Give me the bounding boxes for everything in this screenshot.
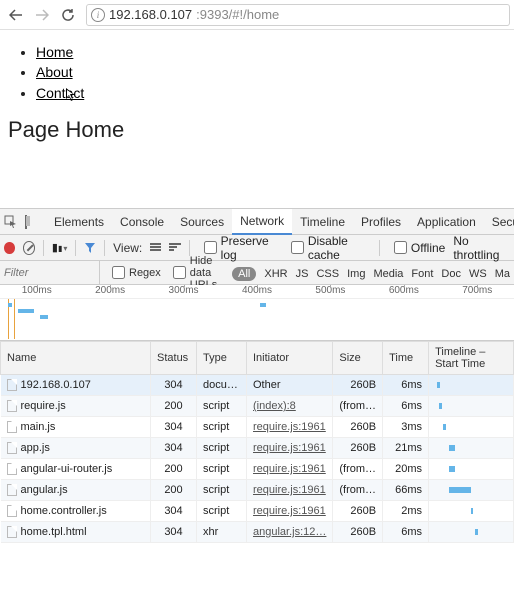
- table-row[interactable]: 192.168.0.107304docu…Other260B6ms: [1, 375, 514, 396]
- record-button[interactable]: [4, 242, 15, 254]
- col-4[interactable]: Size: [333, 342, 383, 375]
- browser-toolbar: i 192.168.0.107 :9393/#!/home: [0, 0, 514, 30]
- col-5[interactable]: Time: [383, 342, 429, 375]
- tab-console[interactable]: Console: [112, 209, 172, 235]
- filter-type-css[interactable]: CSS: [316, 268, 339, 280]
- filter-type-ws[interactable]: WS: [469, 268, 487, 280]
- filter-type-xhr[interactable]: XHR: [264, 268, 287, 280]
- page-heading: Page Home: [8, 117, 506, 143]
- col-2[interactable]: Type: [197, 342, 247, 375]
- tab-sources[interactable]: Sources: [172, 209, 232, 235]
- table-row[interactable]: app.js304scriptrequire.js:1961260B21ms: [1, 438, 514, 459]
- reload-button[interactable]: [56, 3, 80, 27]
- table-row[interactable]: angular.js200scriptrequire.js:1961(from……: [1, 480, 514, 501]
- site-info-icon[interactable]: i: [91, 8, 105, 22]
- table-row[interactable]: home.controller.js304scriptrequire.js:19…: [1, 501, 514, 522]
- view-small-icon[interactable]: [169, 243, 181, 253]
- tab-timeline[interactable]: Timeline: [292, 209, 353, 235]
- offline-checkbox[interactable]: Offline: [388, 241, 445, 255]
- filter-type-font[interactable]: Font: [411, 268, 433, 280]
- filter-type-img[interactable]: Img: [347, 268, 365, 280]
- col-3[interactable]: Initiator: [247, 342, 333, 375]
- regex-checkbox[interactable]: Regex: [106, 266, 161, 279]
- back-button[interactable]: [4, 3, 28, 27]
- devtools-tabs: ElementsConsoleSourcesNetworkTimelinePro…: [0, 209, 514, 235]
- throttling-select[interactable]: No throttling: [453, 234, 510, 262]
- col-0[interactable]: Name: [1, 342, 151, 375]
- nav-home[interactable]: Home: [36, 44, 73, 60]
- network-table: NameStatusTypeInitiatorSizeTimeTimeline …: [0, 341, 514, 543]
- nav-contact[interactable]: Contact: [36, 85, 84, 101]
- page-nav: Home About Contact: [36, 42, 506, 103]
- table-row[interactable]: angular-ui-router.js200scriptrequire.js:…: [1, 459, 514, 480]
- capture-screenshots-icon[interactable]: ▮▮: [52, 241, 67, 254]
- filter-type-doc[interactable]: Doc: [441, 268, 461, 280]
- filter-type-ma[interactable]: Ma: [495, 268, 510, 280]
- filter-bar: Regex Hide data URLs AllXHRJSCSSImgMedia…: [0, 261, 514, 285]
- url-path: :9393/#!/home: [196, 7, 279, 22]
- col-1[interactable]: Status: [151, 342, 197, 375]
- network-toolbar: ▮▮ View: Preserve log Disable cache Offl…: [0, 235, 514, 261]
- waterfall-overview[interactable]: 100ms200ms300ms400ms500ms600ms700ms: [0, 285, 514, 341]
- forward-button[interactable]: [30, 3, 54, 27]
- address-bar[interactable]: i 192.168.0.107 :9393/#!/home: [86, 4, 510, 26]
- filter-type-all[interactable]: All: [232, 267, 256, 281]
- devtools: ElementsConsoleSourcesNetworkTimelinePro…: [0, 208, 514, 543]
- tab-profiles[interactable]: Profiles: [353, 209, 409, 235]
- table-row[interactable]: main.js304scriptrequire.js:1961260B3ms: [1, 417, 514, 438]
- page-content: Home About Contact Page Home: [0, 30, 514, 208]
- disable-cache-checkbox[interactable]: Disable cache: [285, 234, 371, 262]
- filter-type-js[interactable]: JS: [296, 268, 309, 280]
- view-label: View:: [113, 241, 142, 255]
- tab-security[interactable]: Security: [484, 209, 514, 235]
- col-6[interactable]: Timeline – Start Time: [429, 342, 514, 375]
- filter-toggle-icon[interactable]: [84, 242, 96, 254]
- url-host: 192.168.0.107: [109, 7, 192, 22]
- tab-application[interactable]: Application: [409, 209, 484, 235]
- table-row[interactable]: home.tpl.html304xhrangular.js:12…260B6ms: [1, 522, 514, 543]
- inspect-icon[interactable]: [4, 215, 18, 229]
- clear-button[interactable]: [23, 241, 36, 255]
- table-row[interactable]: require.js200script(index):8(from…6ms: [1, 396, 514, 417]
- tab-elements[interactable]: Elements: [46, 209, 112, 235]
- filter-input[interactable]: [0, 261, 100, 284]
- filter-type-media[interactable]: Media: [373, 268, 403, 280]
- tab-network[interactable]: Network: [232, 209, 292, 235]
- view-large-icon[interactable]: [150, 243, 161, 253]
- nav-about[interactable]: About: [36, 64, 73, 80]
